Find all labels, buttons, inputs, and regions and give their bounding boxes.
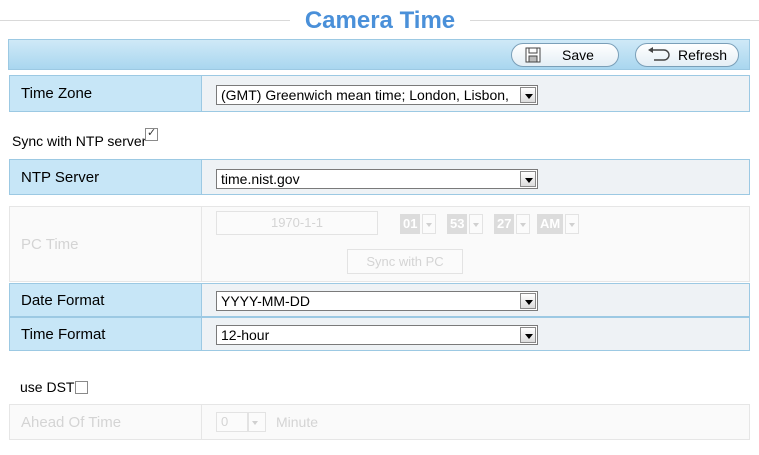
hour-select[interactable]: 01 <box>400 214 420 234</box>
chevron-down-icon <box>516 214 530 234</box>
chevron-down-icon <box>565 214 579 234</box>
chevron-down-icon <box>520 171 536 187</box>
ntp-server-value: time.nist.gov <box>221 171 300 187</box>
date-format-value: YYYY-MM-DD <box>221 293 310 309</box>
ahead-of-time-select[interactable]: 0 <box>216 412 248 432</box>
page-title: Camera Time <box>290 4 470 38</box>
ahead-of-time-row: Ahead Of Time 0 Minute <box>9 404 750 440</box>
ntp-server-select[interactable]: time.nist.gov <box>216 169 538 189</box>
save-button[interactable]: Save <box>511 43 619 67</box>
chevron-down-icon <box>520 87 536 103</box>
refresh-button[interactable]: Refresh <box>635 43 739 67</box>
chevron-down-icon <box>520 327 536 343</box>
time-zone-value: (GMT) Greenwich mean time; London, Lisbo… <box>221 87 509 103</box>
chevron-down-icon <box>520 293 536 309</box>
sync-with-pc-button[interactable]: Sync with PC <box>347 249 463 274</box>
ntp-sync-checkbox[interactable] <box>145 126 158 141</box>
ahead-of-time-unit: Minute <box>276 414 319 430</box>
chevron-down-icon <box>422 214 436 234</box>
refresh-icon <box>648 47 670 61</box>
date-format-row: Date Format YYYY-MM-DD <box>9 283 750 317</box>
ampm-select[interactable]: AM <box>537 214 563 234</box>
ahead-of-time-label: Ahead Of Time <box>10 405 202 439</box>
date-format-select[interactable]: YYYY-MM-DD <box>216 291 538 311</box>
refresh-label: Refresh <box>678 47 728 63</box>
time-format-label: Time Format <box>10 318 202 350</box>
save-label: Save <box>562 47 594 63</box>
time-zone-label: Time Zone <box>10 76 202 111</box>
pc-date-field[interactable]: 1970-1-1 <box>216 211 378 235</box>
chevron-down-icon <box>248 412 266 432</box>
pc-time-row: PC Time 1970-1-1 01 53 27 AM Sync with P… <box>9 206 750 282</box>
ntp-sync-label: Sync with NTP server <box>12 133 147 149</box>
dst-label: use DST <box>20 379 75 395</box>
floppy-icon <box>525 47 541 63</box>
time-format-select[interactable]: 12-hour <box>216 325 538 345</box>
date-format-label: Date Format <box>10 284 202 316</box>
pc-time-label: PC Time <box>10 207 202 281</box>
time-format-value: 12-hour <box>221 327 270 343</box>
ntp-server-label: NTP Server <box>10 160 202 194</box>
second-select[interactable]: 27 <box>494 214 514 234</box>
minute-select[interactable]: 53 <box>447 214 467 234</box>
toolbar: Save Refresh <box>8 39 750 70</box>
ntp-server-row: NTP Server time.nist.gov <box>9 159 750 195</box>
time-zone-select[interactable]: (GMT) Greenwich mean time; London, Lisbo… <box>216 85 538 105</box>
dst-checkbox[interactable] <box>75 381 88 394</box>
time-format-row: Time Format 12-hour <box>9 317 750 351</box>
time-zone-row: Time Zone (GMT) Greenwich mean time; Lon… <box>9 75 750 112</box>
chevron-down-icon <box>469 214 483 234</box>
